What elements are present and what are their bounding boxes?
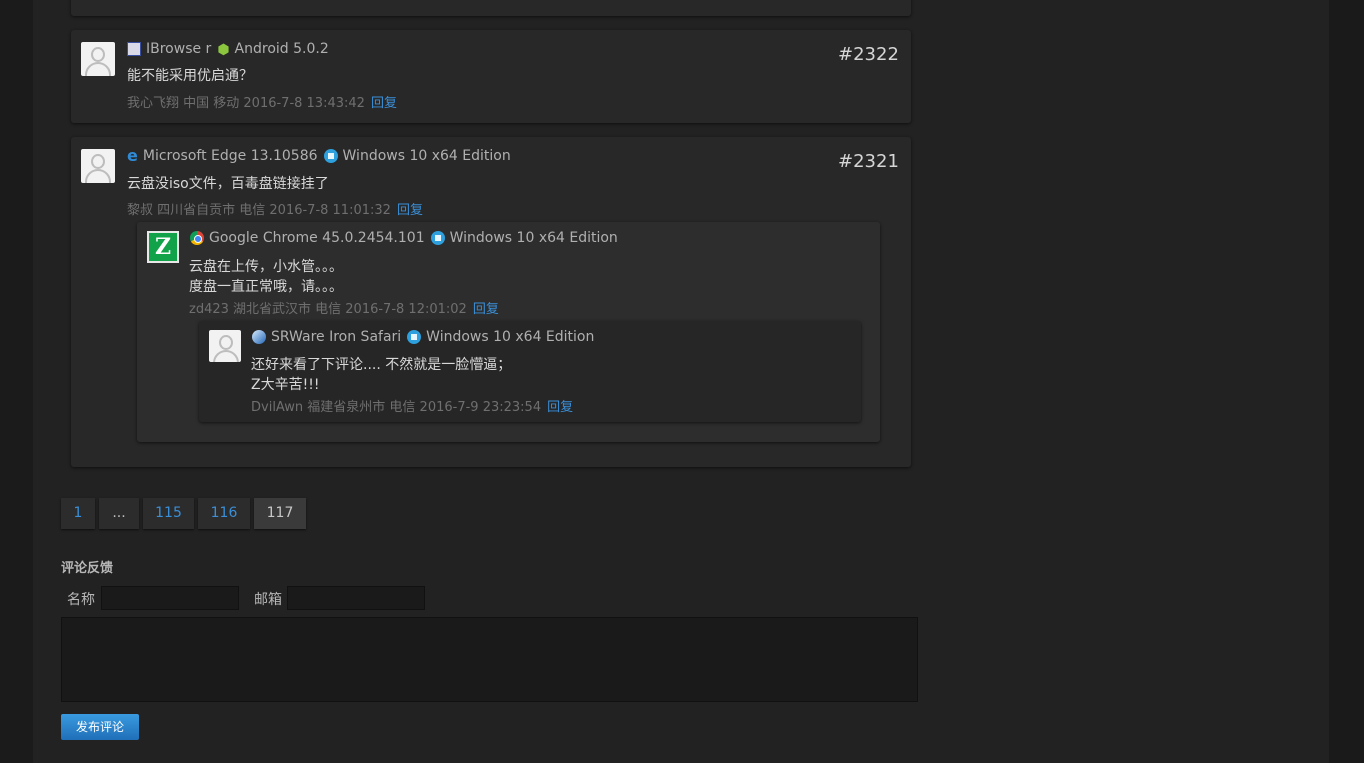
author-meta: 我心飞翔 中国 移动 2016-7-8 13:43:42 [127, 96, 365, 111]
edge-icon: e [127, 146, 138, 165]
author-meta: zd423 湖北省武汉市 电信 2016-7-8 12:01:02 [189, 302, 467, 317]
page-117-current: 117 [254, 498, 306, 529]
browser-name: IBrowse r [146, 41, 212, 57]
email-label: 邮箱 [254, 592, 282, 608]
android-icon: ⬢ [217, 42, 230, 58]
os-name: Windows 10 x64 Edition [342, 148, 511, 164]
comment-number[interactable]: #2322 [838, 44, 899, 65]
ibrowse-icon [127, 42, 141, 56]
os-name: Windows 10 x64 Edition [426, 329, 595, 345]
reply-link[interactable]: 回复 [371, 96, 397, 111]
previous-comment-card [71, 0, 911, 16]
comment-textarea[interactable] [61, 617, 918, 702]
chrome-icon [190, 231, 204, 245]
name-label: 名称 [67, 592, 95, 608]
comment-text: 能不能采用优启通？ [127, 68, 253, 84]
reply-link[interactable]: 回复 [473, 302, 499, 317]
windows-icon [407, 330, 422, 344]
reply-meta: zd423 湖北省武汉市 电信 2016-7-8 12:01:02 回复 [189, 298, 499, 317]
srware-iron-icon [252, 330, 266, 344]
browser-name: Google Chrome 45.0.2454.101 [209, 230, 425, 246]
reply-text-line1: 云盘在上传，小水管。。。 [189, 259, 343, 275]
avatar [81, 149, 115, 183]
page-1-button[interactable]: 1 [61, 498, 95, 529]
browser-name: Microsoft Edge 13.10586 [142, 148, 318, 164]
reply-agent: Google Chrome 45.0.2454.101 Windows 10 x… [190, 230, 618, 246]
email-field[interactable] [287, 586, 425, 610]
reply-link[interactable]: 回复 [547, 400, 573, 415]
pagination: 1 ... 115 116 117 [61, 498, 310, 529]
windows-icon [323, 149, 338, 163]
comment-text: 云盘没iso文件，百毒盘链接挂了 [127, 176, 329, 192]
comment-meta: 我心飞翔 中国 移动 2016-7-8 13:43:42 回复 [127, 92, 397, 111]
reply-link[interactable]: 回复 [397, 203, 423, 218]
comment-number[interactable]: #2321 [838, 151, 899, 172]
submit-comment-button[interactable]: 发布评论 [61, 714, 139, 740]
avatar [209, 330, 241, 362]
page-115-button[interactable]: 115 [143, 498, 194, 529]
author-meta: DvilAwn 福建省泉州市 电信 2016-7-9 23:23:54 [251, 400, 542, 415]
windows-icon [430, 231, 445, 245]
reply-text-line2: 度盘一直正常哦，请。。。 [189, 279, 343, 295]
page-116-button[interactable]: 116 [198, 498, 250, 529]
browser-name: SRWare Iron Safari [271, 329, 402, 345]
reply-text-line1: 还好来看了下评论.... 不然就是一脸懵逼； [251, 357, 512, 373]
page-ellipsis: ... [99, 498, 139, 529]
os-name: Windows 10 x64 Edition [449, 230, 618, 246]
reply-agent: SRWare Iron Safari Windows 10 x64 Editio… [252, 329, 594, 345]
zd423-avatar: Z [147, 231, 179, 263]
os-name: Android 5.0.2 [234, 41, 329, 57]
reply-meta: DvilAwn 福建省泉州市 电信 2016-7-9 23:23:54 回复 [251, 396, 573, 415]
comment-2322-agent: IBrowse r ⬢ Android 5.0.2 [127, 41, 329, 58]
right-margin [1329, 0, 1364, 763]
comment-form-title: 评论反馈 [61, 561, 114, 576]
name-field[interactable] [101, 586, 239, 610]
reply-text-line2: Z大辛苦!!! [251, 377, 320, 393]
comment-meta: 黎叔 四川省自贡市 电信 2016-7-8 11:01:32 回复 [127, 199, 423, 218]
author-meta: 黎叔 四川省自贡市 电信 2016-7-8 11:01:32 [127, 203, 391, 218]
avatar [81, 42, 115, 76]
comment-2321-agent: e Microsoft Edge 13.10586 Windows 10 x64… [127, 146, 511, 165]
